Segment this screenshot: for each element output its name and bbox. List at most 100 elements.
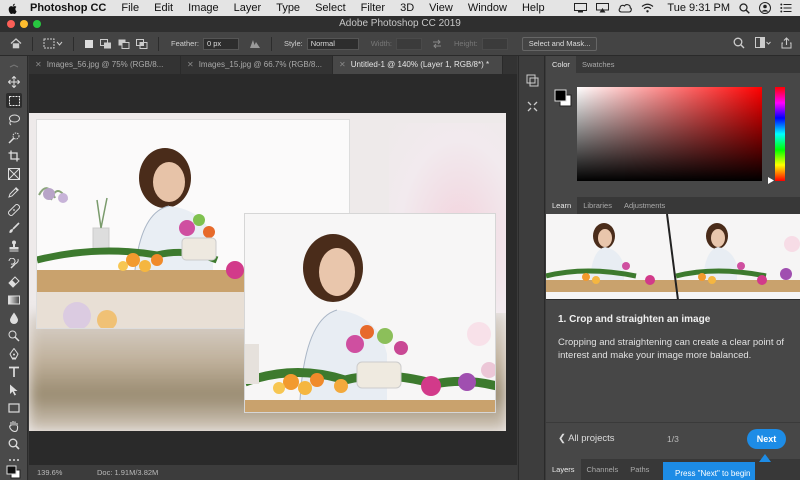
document-canvas[interactable] [29, 113, 506, 431]
move-tool[interactable] [6, 74, 22, 89]
menu-layer[interactable]: Layer [234, 2, 262, 14]
fg-bg-color-icon[interactable] [554, 89, 572, 107]
creative-cloud-icon[interactable] [618, 3, 633, 13]
brush-tool[interactable] [6, 220, 22, 235]
style-select[interactable]: Normal [306, 37, 359, 50]
select-and-mask-button[interactable]: Select and Mask... [521, 36, 598, 51]
tab-color[interactable]: Color [546, 56, 576, 73]
user-icon[interactable] [759, 2, 771, 14]
close-tab-icon[interactable]: ✕ [339, 60, 346, 69]
all-projects-link[interactable]: ❮ All projects [558, 433, 615, 444]
eraser-tool[interactable] [6, 274, 22, 289]
swap-dimensions-icon[interactable] [432, 39, 442, 49]
eyedropper-tool[interactable] [6, 184, 22, 199]
menu-file[interactable]: File [121, 2, 139, 14]
zoom-tool[interactable] [6, 436, 22, 451]
menu-clock[interactable]: Tue 9:31 PM [667, 2, 730, 14]
path-selection-tool[interactable] [6, 382, 22, 397]
tab-untitled-1[interactable]: ✕ Untitled-1 @ 140% (Layer 1, RGB/8*) * [333, 56, 503, 74]
wifi-icon[interactable] [641, 3, 654, 13]
notification-center-icon[interactable] [780, 3, 792, 13]
photo-layer-large[interactable] [244, 213, 496, 413]
menu-app-name[interactable]: Photoshop CC [30, 2, 106, 14]
menu-image[interactable]: Image [188, 2, 219, 14]
menu-type[interactable]: Type [276, 2, 300, 14]
history-icon[interactable] [526, 74, 539, 87]
canvas-area[interactable] [29, 74, 517, 464]
menu-view[interactable]: View [429, 2, 453, 14]
mac-menu-bar: Photoshop CC File Edit Image Layer Type … [0, 0, 800, 16]
menu-window[interactable]: Window [468, 2, 507, 14]
menu-filter[interactable]: Filter [361, 2, 385, 14]
tab-channels[interactable]: Channels [581, 459, 625, 480]
history-brush-tool[interactable] [6, 256, 22, 271]
apple-icon[interactable] [8, 3, 18, 14]
new-selection-icon[interactable] [84, 39, 94, 49]
next-button[interactable]: Next [747, 429, 786, 449]
options-right-area [733, 37, 792, 49]
gradient-tool[interactable] [6, 292, 22, 307]
spotlight-search-icon[interactable] [739, 2, 750, 14]
close-tab-icon[interactable]: ✕ [35, 60, 42, 69]
options-separator [73, 36, 74, 51]
tab-learn[interactable]: Learn [546, 197, 578, 214]
add-to-selection-icon[interactable] [100, 38, 112, 49]
minimize-window-button[interactable] [20, 20, 28, 28]
menu-select[interactable]: Select [315, 2, 346, 14]
frame-tool[interactable] [6, 166, 22, 181]
rectangle-tool[interactable] [6, 400, 22, 415]
dodge-tool[interactable] [6, 328, 22, 343]
menu-3d[interactable]: 3D [400, 2, 414, 14]
healing-brush-tool[interactable] [6, 202, 22, 217]
tab-adjustments[interactable]: Adjustments [618, 197, 671, 214]
close-tab-icon[interactable]: ✕ [187, 60, 194, 69]
rectangular-marquee-tool[interactable] [6, 93, 22, 108]
feather-input[interactable]: 0 px [202, 37, 239, 50]
width-input[interactable] [395, 37, 422, 50]
height-input[interactable] [481, 37, 508, 50]
blur-tool[interactable] [6, 310, 22, 325]
intersect-selection-icon[interactable] [136, 38, 148, 49]
tab-images-15[interactable]: ✕ Images_15.jpg @ 66.7% (RGB/8... [181, 56, 333, 74]
pen-icon [9, 347, 19, 359]
tab-layers[interactable]: Layers [546, 459, 581, 480]
subtract-from-selection-icon[interactable] [118, 39, 130, 49]
toolbar-collapse-handle[interactable] [6, 58, 22, 73]
hue-slider[interactable] [775, 87, 785, 181]
document-tabs: ✕ Images_56.jpg @ 75% (RGB/8... ✕ Images_1… [29, 56, 517, 74]
tab-paths[interactable]: Paths [624, 459, 655, 480]
home-icon[interactable] [10, 38, 22, 49]
lasso-tool[interactable] [6, 112, 22, 127]
tab-images-56[interactable]: ✕ Images_56.jpg @ 75% (RGB/8... [29, 56, 181, 74]
document-size[interactable]: Doc: 1.91M/3.82M [97, 465, 158, 480]
type-tool[interactable] [6, 364, 22, 379]
clone-stamp-tool[interactable] [6, 238, 22, 253]
photoshop-window: Photoshop CC File Edit Image Layer Type … [0, 0, 800, 480]
share-icon[interactable] [781, 37, 792, 49]
workspace-icon[interactable] [755, 37, 771, 49]
quick-selection-tool[interactable] [6, 130, 22, 145]
properties-icon[interactable] [526, 100, 539, 113]
hue-slider-marker[interactable] [768, 177, 774, 184]
zoom-window-button[interactable] [33, 20, 41, 28]
tab-swatches[interactable]: Swatches [576, 56, 621, 73]
crop-tool[interactable] [6, 148, 22, 163]
window-title: Adobe Photoshop CC 2019 [339, 18, 461, 29]
close-window-button[interactable] [7, 20, 15, 28]
tab-libraries[interactable]: Libraries [577, 197, 618, 214]
menu-help[interactable]: Help [522, 2, 545, 14]
color-picker-field[interactable] [577, 87, 762, 181]
window-controls [7, 20, 41, 28]
tools-panel [0, 56, 28, 480]
hand-tool[interactable] [6, 418, 22, 433]
anti-alias-icon[interactable] [249, 39, 261, 49]
menu-edit[interactable]: Edit [154, 2, 173, 14]
pen-tool[interactable] [6, 346, 22, 361]
rectangular-marquee-preset-icon[interactable] [43, 38, 63, 49]
search-icon[interactable] [733, 37, 745, 49]
zoom-level[interactable]: 139.6% [37, 465, 62, 480]
foreground-background-colors[interactable] [6, 464, 22, 479]
display-icon[interactable] [574, 3, 588, 13]
droplet-icon [10, 312, 18, 324]
airplay-icon[interactable] [596, 3, 610, 13]
